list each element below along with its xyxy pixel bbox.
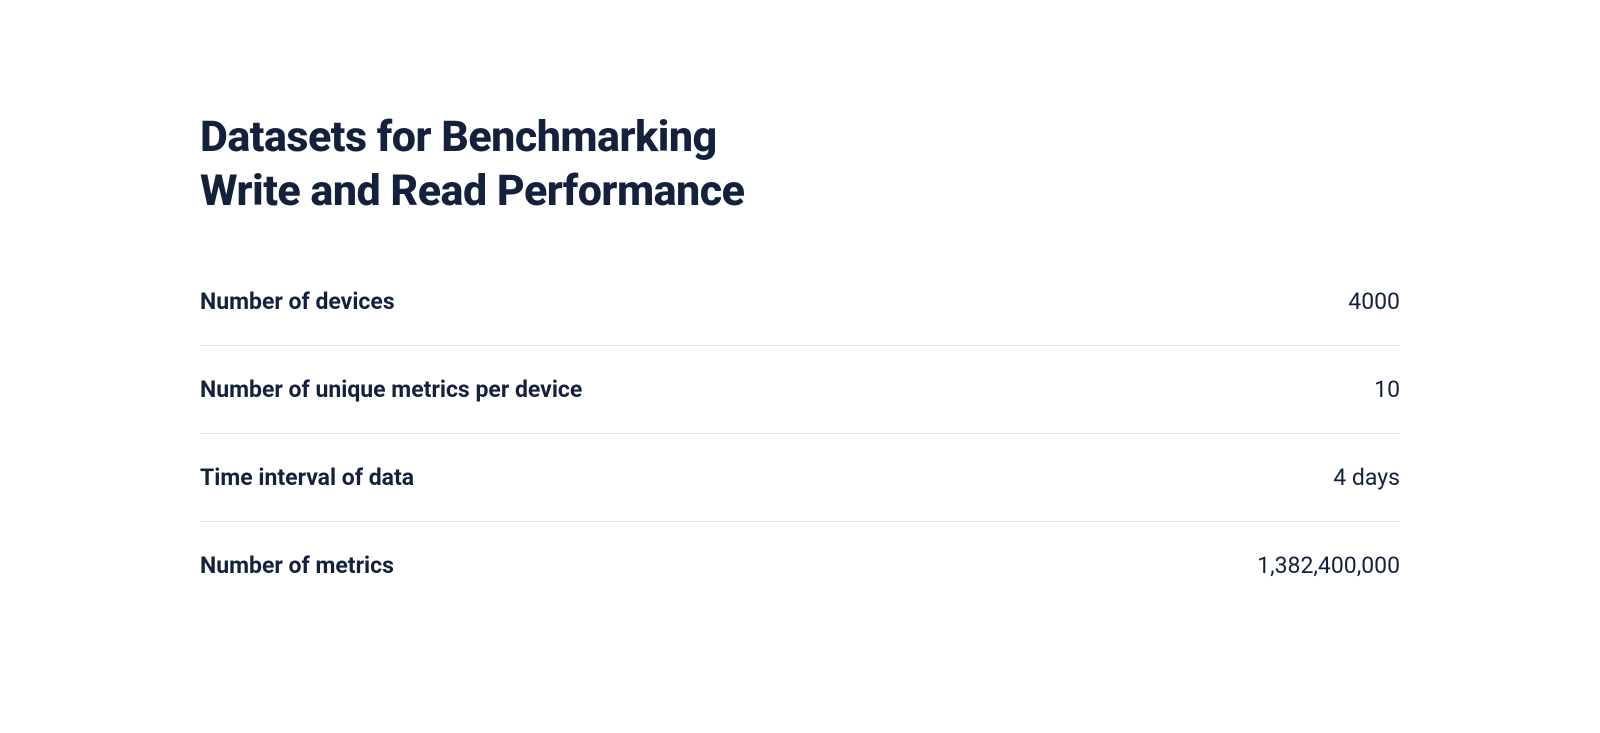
- row-value: 4000: [1348, 288, 1400, 315]
- title-line-2: Write and Read Performance: [200, 166, 744, 216]
- row-value: 1,382,400,000: [1257, 552, 1400, 579]
- row-value: 4 days: [1333, 464, 1400, 491]
- row-label: Number of devices: [200, 288, 395, 315]
- table-row: Number of metrics 1,382,400,000: [200, 522, 1400, 609]
- benchmark-table: Number of devices 4000 Number of unique …: [200, 288, 1400, 609]
- row-value: 10: [1374, 376, 1400, 403]
- row-label: Time interval of data: [200, 464, 414, 491]
- table-row: Time interval of data 4 days: [200, 434, 1400, 522]
- table-row: Number of devices 4000: [200, 288, 1400, 346]
- table-row: Number of unique metrics per device 10: [200, 346, 1400, 434]
- title-line-1: Datasets for Benchmarking: [200, 112, 717, 162]
- row-label: Number of metrics: [200, 552, 394, 579]
- page-title: Datasets for Benchmarking Write and Read…: [200, 110, 1400, 218]
- row-label: Number of unique metrics per device: [200, 376, 582, 403]
